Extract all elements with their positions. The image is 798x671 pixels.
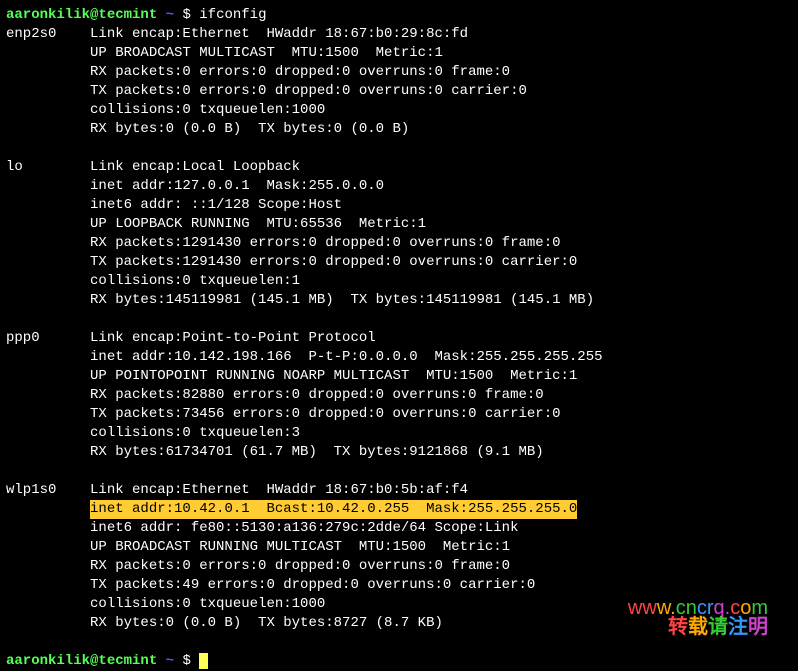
output-line: TX packets:73456 errors:0 dropped:0 over…	[6, 405, 792, 424]
output-line: collisions:0 txqueuelen:1000	[6, 101, 792, 120]
output-line: collisions:0 txqueuelen:3	[6, 424, 792, 443]
blank-line	[6, 462, 792, 481]
output-line: inet6 addr: fe80::5130:a136:279c:2dde/64…	[6, 519, 792, 538]
output-line: collisions:0 txqueuelen:1	[6, 272, 792, 291]
output-line: UP POINTOPOINT RUNNING NOARP MULTICAST M…	[6, 367, 792, 386]
cwd-tilde: ~	[166, 7, 174, 23]
output-line: inet addr:10.42.0.1 Bcast:10.42.0.255 Ma…	[6, 500, 792, 519]
output-line: RX packets:82880 errors:0 dropped:0 over…	[6, 386, 792, 405]
output-line: RX packets:0 errors:0 dropped:0 overruns…	[6, 63, 792, 82]
output-line: UP BROADCAST RUNNING MULTICAST MTU:1500 …	[6, 538, 792, 557]
blank-line	[6, 139, 792, 158]
prompt-line[interactable]: aaronkilik@tecmint ~ $	[6, 652, 792, 671]
user-host: aaronkilik@tecmint	[6, 7, 157, 23]
output-line: RX bytes:0 (0.0 B) TX bytes:0 (0.0 B)	[6, 120, 792, 139]
output-line: RX packets:1291430 errors:0 dropped:0 ov…	[6, 234, 792, 253]
output-line: ppp0 Link encap:Point-to-Point Protocol	[6, 329, 792, 348]
output-line: RX bytes:61734701 (61.7 MB) TX bytes:912…	[6, 443, 792, 462]
output-line: inet addr:10.142.198.166 P-t-P:0.0.0.0 M…	[6, 348, 792, 367]
blank-line	[6, 310, 792, 329]
command-text: ifconfig	[199, 7, 266, 23]
prompt-symbol: $	[182, 7, 190, 23]
output-line: TX packets:0 errors:0 dropped:0 overruns…	[6, 82, 792, 101]
output-line: UP BROADCAST MULTICAST MTU:1500 Metric:1	[6, 44, 792, 63]
output-line: RX bytes:145119981 (145.1 MB) TX bytes:1…	[6, 291, 792, 310]
prompt-line[interactable]: aaronkilik@tecmint ~ $ ifconfig	[6, 6, 792, 25]
output-line: inet6 addr: ::1/128 Scope:Host	[6, 196, 792, 215]
output-line: RX bytes:0 (0.0 B) TX bytes:8727 (8.7 KB…	[6, 614, 792, 633]
highlighted-line: inet addr:10.42.0.1 Bcast:10.42.0.255 Ma…	[90, 500, 577, 519]
terminal-output[interactable]: aaronkilik@tecmint ~ $ ifconfigenp2s0 Li…	[6, 6, 792, 671]
output-line: lo Link encap:Local Loopback	[6, 158, 792, 177]
output-line: TX packets:1291430 errors:0 dropped:0 ov…	[6, 253, 792, 272]
output-line: inet addr:127.0.0.1 Mask:255.0.0.0	[6, 177, 792, 196]
output-line: collisions:0 txqueuelen:1000	[6, 595, 792, 614]
output-line: enp2s0 Link encap:Ethernet HWaddr 18:67:…	[6, 25, 792, 44]
output-line: RX packets:0 errors:0 dropped:0 overruns…	[6, 557, 792, 576]
output-line: TX packets:49 errors:0 dropped:0 overrun…	[6, 576, 792, 595]
blank-line	[6, 633, 792, 652]
output-line: UP LOOPBACK RUNNING MTU:65536 Metric:1	[6, 215, 792, 234]
output-line: wlp1s0 Link encap:Ethernet HWaddr 18:67:…	[6, 481, 792, 500]
